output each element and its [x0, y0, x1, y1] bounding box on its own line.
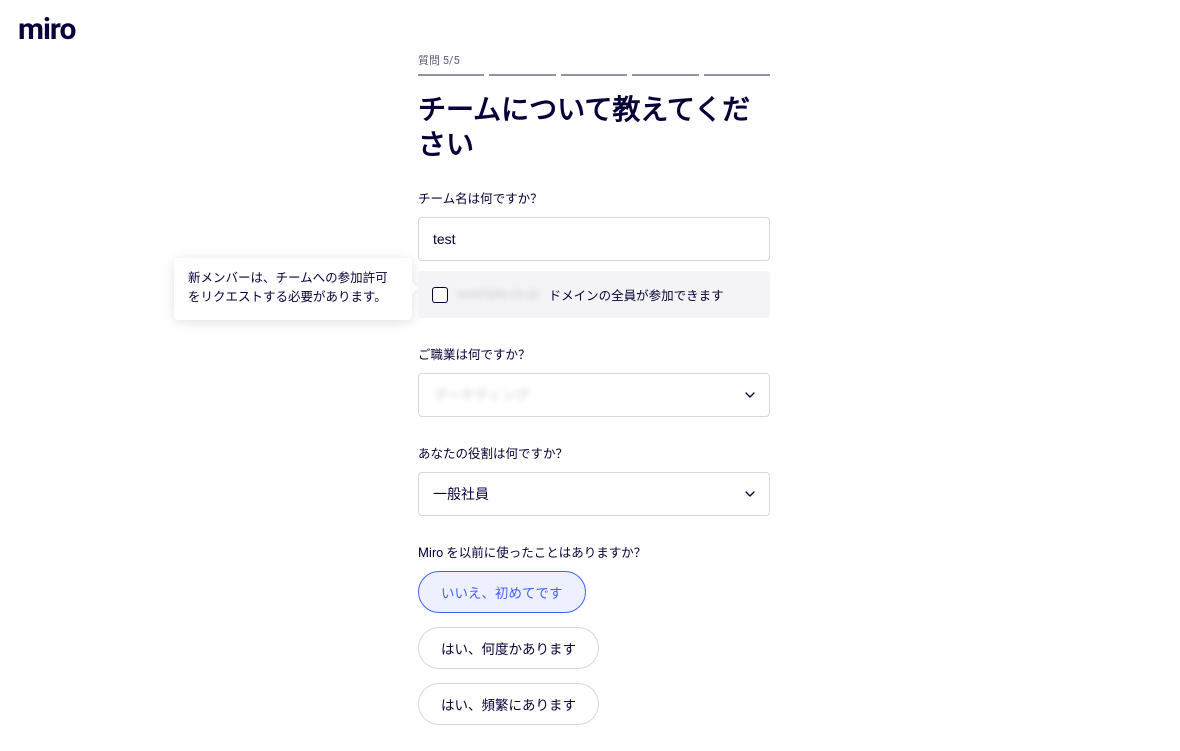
domain-name-blurred: example.co.jp	[458, 287, 539, 302]
role-section: あなたの役割は何ですか？ 一般社員	[418, 443, 770, 516]
progress-segment	[561, 74, 627, 76]
role-value: 一般社員	[433, 484, 489, 504]
occupation-label: ご職業は何ですか？	[418, 344, 770, 363]
progress-segment	[704, 74, 770, 76]
exp-option-frequent[interactable]: はい、頻繁にあります	[418, 683, 599, 725]
exp-option-few-times[interactable]: はい、何度かあります	[418, 627, 599, 669]
permission-tooltip: 新メンバーは、チームへの参加許可をリクエストする必要があります。	[174, 258, 412, 320]
onboarding-form: 質問 5/5 チームについて教えてください チーム名は何ですか？ example…	[418, 52, 770, 751]
progress-segment	[418, 74, 484, 76]
domain-join-box[interactable]: example.co.jp ドメインの全員が参加できます	[418, 271, 770, 318]
page-title: チームについて教えてください	[418, 92, 770, 162]
role-select[interactable]: 一般社員	[418, 472, 770, 516]
team-name-input[interactable]	[418, 217, 770, 261]
role-label: あなたの役割は何ですか？	[418, 443, 770, 462]
experience-label: Miro を以前に使ったことはありますか？	[418, 542, 770, 561]
domain-suffix-text: ドメインの全員が参加できます	[549, 285, 724, 304]
progress-bar	[418, 74, 770, 76]
miro-logo: miro	[18, 12, 75, 47]
progress-segment	[632, 74, 698, 76]
occupation-select[interactable]: マーケティング	[418, 373, 770, 417]
step-indicator: 質問 5/5	[418, 52, 770, 68]
occupation-value-blurred: マーケティング	[433, 385, 530, 405]
experience-section: Miro を以前に使ったことはありますか？ いいえ、初めてです はい、何度かあり…	[418, 542, 770, 725]
team-name-label: チーム名は何ですか？	[418, 188, 770, 207]
team-name-section: チーム名は何ですか？ example.co.jp ドメインの全員が参加できます	[418, 188, 770, 318]
exp-option-first-time[interactable]: いいえ、初めてです	[418, 571, 586, 613]
occupation-section: ご職業は何ですか？ マーケティング	[418, 344, 770, 417]
domain-join-checkbox[interactable]	[432, 287, 448, 303]
progress-segment	[489, 74, 555, 76]
experience-options: いいえ、初めてです はい、何度かあります はい、頻繁にあります	[418, 571, 770, 725]
